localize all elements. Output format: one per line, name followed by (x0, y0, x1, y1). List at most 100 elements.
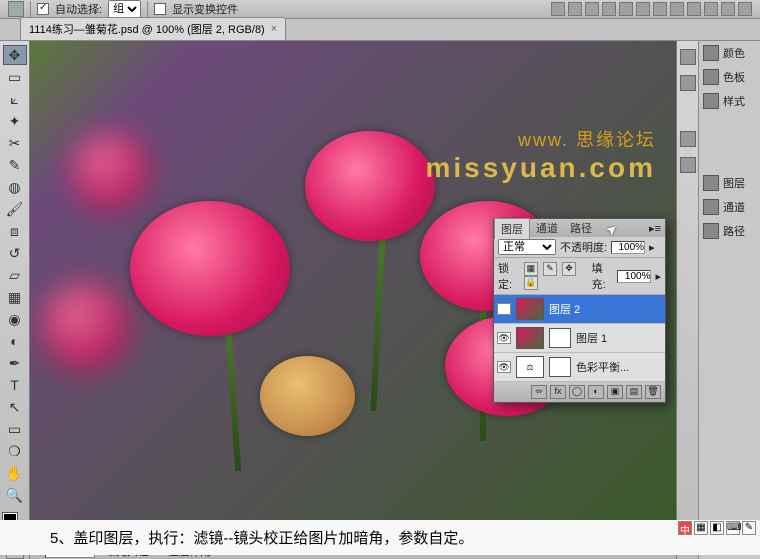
channels-panel-button[interactable]: 通道 (699, 195, 760, 219)
hand-tool[interactable]: ✋ (3, 463, 27, 483)
stamp-tool[interactable]: ⧈ (3, 221, 27, 241)
marquee-tool[interactable]: ▭ (3, 67, 27, 87)
layer-mask-thumbnail[interactable] (549, 357, 571, 377)
visibility-icon[interactable]: 👁 (497, 303, 511, 315)
layers-icon (703, 175, 719, 191)
clone-panel-icon[interactable] (680, 157, 696, 173)
blend-mode-dropdown[interactable]: 正常 (498, 239, 556, 255)
wand-tool[interactable]: ✦ (3, 111, 27, 131)
eyedropper-tool[interactable]: ✎ (3, 155, 27, 175)
move-tool[interactable]: ✥ (3, 45, 27, 65)
fill-label: 填充: (592, 260, 614, 292)
auto-select-checkbox[interactable] (37, 3, 49, 15)
move-tool-icon (8, 1, 24, 17)
tray-icon[interactable]: ◧ (710, 521, 724, 535)
distribute-top-icon[interactable] (653, 2, 667, 16)
layers-panel-button[interactable]: 图层 (699, 171, 760, 195)
layers-tab[interactable]: 图层 (494, 218, 530, 239)
group-icon[interactable]: ▣ (607, 385, 623, 399)
align-right-icon[interactable] (636, 2, 650, 16)
opacity-label: 不透明度: (560, 239, 607, 255)
dodge-tool[interactable]: ◐ (3, 331, 27, 351)
distribute-right-icon[interactable] (738, 2, 752, 16)
brush-panel-icon[interactable] (680, 131, 696, 147)
lock-transparent-icon[interactable]: ▦ (524, 262, 538, 276)
paths-tab[interactable]: 路径 (564, 218, 598, 238)
layer-thumbnail[interactable] (516, 327, 544, 349)
align-hcenter-icon[interactable] (619, 2, 633, 16)
layer-name: 图层 1 (576, 330, 607, 346)
flower-blur (40, 281, 130, 371)
layer-name: 色彩平衡... (576, 359, 629, 375)
lock-pixels-icon[interactable]: ✎ (543, 262, 557, 276)
color-panel-button[interactable]: 颜色 (699, 41, 760, 65)
lasso-tool[interactable]: ⟀ (3, 89, 27, 109)
auto-select-type-dropdown[interactable]: 组 (108, 0, 141, 18)
3d-tool[interactable]: ❍ (3, 441, 27, 461)
document-tab-title: 1114练习—雏菊花.psd @ 100% (图层 2, RGB/8) (29, 21, 265, 37)
opacity-arrow-icon[interactable]: ▸ (649, 241, 655, 254)
delete-layer-icon[interactable]: 🗑 (645, 385, 661, 399)
layers-list: 👁 图层 2 👁 图层 1 👁 ⚖ 色彩平衡... (494, 295, 665, 382)
distribute-hcenter-icon[interactable] (721, 2, 735, 16)
document-tab[interactable]: 1114练习—雏菊花.psd @ 100% (图层 2, RGB/8) × (20, 17, 286, 40)
fill-arrow-icon[interactable]: ▸ (655, 270, 661, 283)
document-tab-bar: 1114练习—雏菊花.psd @ 100% (图层 2, RGB/8) × (0, 19, 760, 41)
adjustment-layer-icon[interactable]: ◐ (588, 385, 604, 399)
close-tab-icon[interactable]: × (271, 23, 277, 35)
lock-position-icon[interactable]: ✥ (562, 262, 576, 276)
link-layers-icon[interactable]: ⬄ (531, 385, 547, 399)
history-brush-tool[interactable]: ↺ (3, 243, 27, 263)
zoom-tool[interactable]: 🔍 (3, 485, 27, 505)
show-transform-checkbox[interactable] (154, 3, 166, 15)
path-tool[interactable]: ↖ (3, 397, 27, 417)
healing-tool[interactable]: ◍ (3, 177, 27, 197)
panel-menu-icon[interactable]: ▸≡ (645, 222, 665, 235)
new-layer-icon[interactable]: ▤ (626, 385, 642, 399)
swatches-panel-button[interactable]: 色板 (699, 65, 760, 89)
styles-panel-button[interactable]: 样式 (699, 89, 760, 113)
tray-icon[interactable]: ⌨ (726, 521, 740, 535)
distribute-left-icon[interactable] (704, 2, 718, 16)
watermark-line2: missyuan.com (425, 152, 656, 184)
distribute-vcenter-icon[interactable] (670, 2, 684, 16)
flower (130, 201, 290, 336)
tray-icon[interactable]: ✎ (742, 521, 756, 535)
layer-mask-thumbnail[interactable] (549, 328, 571, 348)
pen-tool[interactable]: ✒ (3, 353, 27, 373)
lock-all-icon[interactable]: 🔒 (524, 276, 538, 290)
visibility-icon[interactable]: 👁 (497, 332, 511, 344)
brush-tool[interactable]: 🖌 (3, 199, 27, 219)
layer-name: 图层 2 (549, 301, 580, 317)
layer-mask-icon[interactable]: ◯ (569, 385, 585, 399)
eraser-tool[interactable]: ▱ (3, 265, 27, 285)
lock-label: 锁定: (498, 260, 520, 292)
history-panel-icon[interactable] (680, 49, 696, 65)
layer-row[interactable]: 👁 图层 2 (494, 295, 665, 324)
crop-tool[interactable]: ✂ (3, 133, 27, 153)
align-left-icon[interactable] (602, 2, 616, 16)
align-top-icon[interactable] (551, 2, 565, 16)
fill-input[interactable] (617, 270, 651, 283)
tray-icon[interactable]: ▦ (694, 521, 708, 535)
layer-row[interactable]: 👁 图层 1 (494, 324, 665, 353)
channels-tab[interactable]: 通道 (530, 218, 564, 238)
shape-tool[interactable]: ▭ (3, 419, 27, 439)
layer-thumbnail[interactable] (516, 298, 544, 320)
visibility-icon[interactable]: 👁 (497, 361, 511, 373)
layer-row[interactable]: 👁 ⚖ 色彩平衡... (494, 353, 665, 382)
blur-tool[interactable]: ◉ (3, 309, 27, 329)
layers-panel-footer: ⬄ fx ◯ ◐ ▣ ▤ 🗑 (494, 382, 665, 402)
gradient-tool[interactable]: ▦ (3, 287, 27, 307)
type-tool[interactable]: T (3, 375, 27, 395)
right-panel-group: 颜色 色板 样式 图层 通道 路径 (698, 41, 760, 559)
actions-panel-icon[interactable] (680, 75, 696, 91)
ime-indicator[interactable]: 中 (678, 521, 692, 535)
distribute-bottom-icon[interactable] (687, 2, 701, 16)
opacity-input[interactable] (611, 241, 645, 254)
align-bottom-icon[interactable] (585, 2, 599, 16)
layer-style-icon[interactable]: fx (550, 385, 566, 399)
paths-panel-button[interactable]: 路径 (699, 219, 760, 243)
align-vcenter-icon[interactable] (568, 2, 582, 16)
adjustment-thumbnail[interactable]: ⚖ (516, 356, 544, 378)
